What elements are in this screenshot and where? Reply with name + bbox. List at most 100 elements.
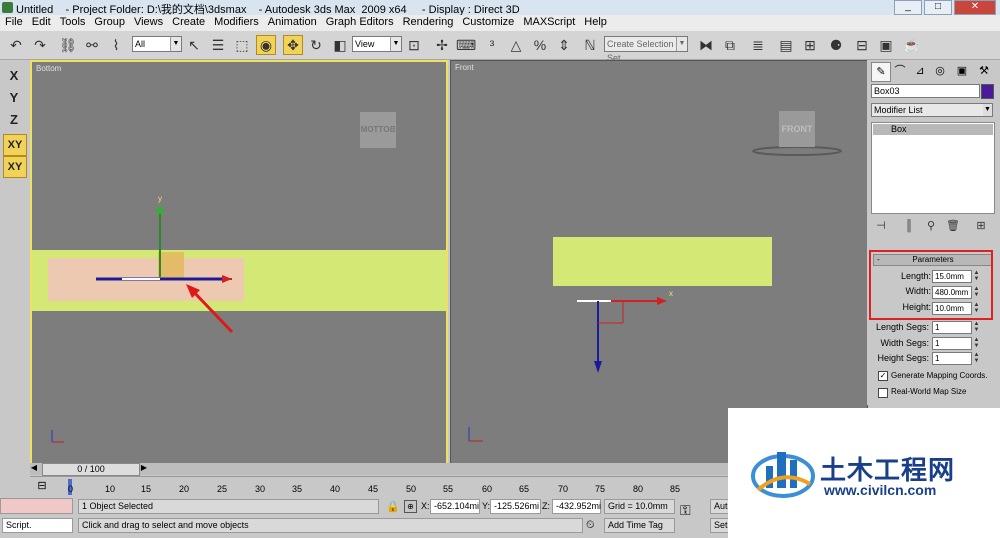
menu-customize[interactable]: Customize — [457, 15, 518, 31]
modifier-list-dropdown[interactable]: Modifier List ▼ — [871, 103, 993, 117]
transform-gizmo[interactable] — [451, 61, 867, 464]
curve-editor-icon[interactable]: ▤ — [776, 35, 796, 55]
menu-animation[interactable]: Animation — [263, 15, 321, 31]
display-tab-icon[interactable]: ▣ — [953, 62, 971, 80]
select-and-rotate-icon[interactable]: ↻ — [306, 35, 326, 55]
height-segs-field[interactable]: 1 — [932, 352, 972, 365]
menu-group[interactable]: Group — [89, 15, 129, 31]
time-slider-prev-icon[interactable]: ◀ — [30, 463, 38, 475]
render-setup-icon[interactable]: ⊟ — [852, 35, 872, 55]
select-and-move-icon[interactable]: ✥ — [283, 35, 303, 55]
configure-modifier-sets-icon[interactable]: ⊞ — [973, 218, 989, 234]
percent-snap-icon[interactable]: % — [530, 35, 550, 55]
spinner-snap-icon[interactable]: ⇕ — [554, 35, 574, 55]
absolute-mode-icon[interactable]: ⊕ — [404, 500, 417, 513]
stack-item-box[interactable]: Box — [873, 124, 993, 135]
unlink-icon[interactable]: ⚯ — [82, 35, 102, 55]
motion-tab-icon[interactable]: ◎ — [931, 62, 949, 80]
real-world-map-checkbox[interactable] — [878, 388, 888, 398]
quick-render-icon[interactable]: ☕ — [902, 35, 922, 55]
layer-manager-icon[interactable]: ≣ — [748, 35, 768, 55]
menu-graph-editors[interactable]: Graph Editors — [321, 15, 398, 31]
z-coordinate-field[interactable]: -432.952mi — [552, 499, 601, 514]
redo-icon[interactable]: ↷ — [30, 35, 50, 55]
x-coordinate-label: X: — [421, 501, 430, 511]
generate-mapping-checkbox[interactable]: ✓ — [878, 371, 888, 381]
axis-xy-flyout-button[interactable]: XY — [3, 156, 27, 178]
show-end-result-icon[interactable]: ║ — [901, 218, 917, 234]
lock-selection-icon[interactable]: 🔒 — [386, 500, 400, 513]
maxscript-listener-mini[interactable] — [0, 498, 73, 514]
rectangular-selection-icon[interactable]: ⬚ — [232, 35, 252, 55]
align-icon[interactable]: ⧉ — [720, 35, 740, 55]
pin-stack-icon[interactable]: ⊣ — [873, 218, 889, 234]
selection-filter-dropdown[interactable]: All ▼ — [132, 36, 182, 52]
height-segs-spinner[interactable]: ▲ ▼ — [973, 352, 980, 364]
menu-help[interactable]: Help — [579, 15, 611, 31]
mini-curve-editor-icon[interactable]: ⊟ — [34, 479, 50, 493]
pivot-center-icon[interactable]: ⊡ — [404, 35, 424, 55]
remove-modifier-icon[interactable]: 🗑 — [945, 218, 961, 234]
viewport-front[interactable]: Front FRONT x — [450, 60, 868, 465]
bind-space-warp-icon[interactable]: ⌇ — [106, 35, 126, 55]
menu-views[interactable]: Views — [129, 15, 167, 31]
keyboard-shortcut-icon[interactable]: ⌨ — [456, 35, 476, 55]
width-segs-spinner[interactable]: ▲ ▼ — [973, 337, 980, 349]
minimize-button[interactable]: _ — [894, 0, 922, 15]
select-object-icon[interactable]: ↖ — [184, 35, 204, 55]
time-tag-icon: ⏲ — [586, 519, 595, 531]
hierarchy-tab-icon[interactable]: ⊿ — [911, 62, 929, 80]
menu-create[interactable]: Create — [167, 15, 209, 31]
select-by-name-icon[interactable]: ☰ — [208, 35, 228, 55]
reference-coordinate-dropdown[interactable]: View ▼ — [352, 36, 402, 52]
menu-maxscript[interactable]: MAXScript — [518, 15, 579, 31]
watermark-logo — [751, 452, 815, 498]
width-segs-field[interactable]: 1 — [932, 337, 972, 350]
window-crossing-icon[interactable]: ◉ — [256, 35, 276, 55]
tick-label: 65 — [519, 484, 530, 494]
select-and-scale-icon[interactable]: ◧ — [330, 35, 350, 55]
edit-named-selection-icon[interactable]: ℕ — [580, 35, 600, 55]
y-coordinate-field[interactable]: -125.526mi — [490, 499, 541, 514]
object-name-field[interactable]: Box03 — [871, 84, 980, 98]
axis-z-button[interactable]: Z — [3, 110, 25, 130]
tick-label: 40 — [330, 484, 341, 494]
material-editor-icon[interactable]: ⚈ — [826, 35, 846, 55]
transform-gizmo[interactable] — [32, 62, 446, 463]
make-unique-icon[interactable]: ⚲ — [923, 218, 939, 234]
rendered-frame-window-icon[interactable]: ▣ — [876, 35, 896, 55]
schematic-view-icon[interactable]: ⊞ — [800, 35, 820, 55]
snaps-toggle-icon[interactable]: ³ — [482, 35, 502, 55]
utilities-tab-icon[interactable]: ⚒ — [975, 62, 993, 80]
menu-bar: File Edit Tools Group Views Create Modif… — [0, 15, 1000, 32]
axis-y-button[interactable]: Y — [3, 88, 25, 108]
axis-x-button[interactable]: X — [3, 66, 25, 86]
menu-modifiers[interactable]: Modifiers — [209, 15, 263, 31]
angle-snap-icon[interactable]: △ — [506, 35, 526, 55]
link-icon[interactable]: ⛓ — [58, 35, 78, 55]
x-coordinate-field[interactable]: -652.104mi — [430, 499, 480, 514]
menu-rendering[interactable]: Rendering — [398, 15, 458, 31]
menu-tools[interactable]: Tools — [55, 15, 90, 31]
undo-icon[interactable]: ↶ — [6, 35, 26, 55]
length-segs-field[interactable]: 1 — [932, 321, 972, 334]
length-segs-spinner[interactable]: ▲ ▼ — [973, 321, 980, 333]
object-color-swatch[interactable] — [981, 84, 994, 99]
create-tab-icon[interactable]: ✎ — [871, 62, 891, 82]
axis-xy-button[interactable]: XY — [3, 134, 27, 156]
maxscript-mini-listener[interactable]: Script. — [2, 518, 73, 533]
generate-mapping-label: Generate Mapping Coords. — [891, 371, 988, 380]
mirror-icon[interactable]: ⧓ — [696, 35, 716, 55]
time-slider-thumb[interactable]: 0 / 100 — [42, 463, 140, 476]
menu-edit[interactable]: Edit — [27, 15, 55, 31]
add-time-tag-button[interactable]: Add Time Tag — [604, 518, 675, 533]
named-selection-set-input[interactable]: Create Selection Set ▼ — [604, 36, 688, 63]
close-button[interactable]: ✕ — [954, 0, 996, 15]
maximize-button[interactable]: □ — [924, 0, 952, 15]
time-slider-next-icon[interactable]: ▶ — [140, 463, 148, 475]
modify-tab-icon[interactable]: ⌒ — [891, 62, 909, 80]
tick-label: 20 — [179, 484, 190, 494]
viewport-bottom[interactable]: Bottom BOTTOM y — [30, 60, 448, 465]
manipulate-icon[interactable]: ✢ — [432, 35, 452, 55]
menu-file[interactable]: File — [0, 15, 27, 31]
